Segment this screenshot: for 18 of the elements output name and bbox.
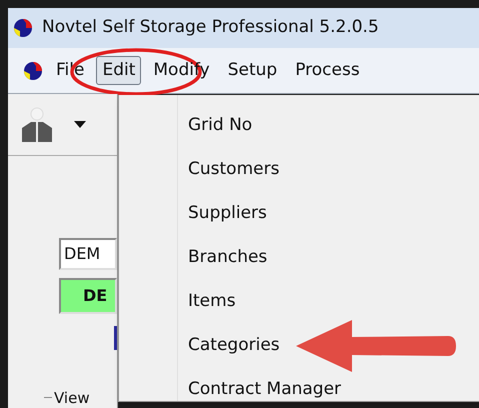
logo-icon — [22, 60, 44, 82]
menu-option[interactable]: Suppliers — [188, 201, 267, 227]
menu-option[interactable]: Contract Manager — [188, 377, 342, 403]
window-title: Novtel Self Storage Professional 5.2.0.5 — [42, 16, 379, 40]
menu-option[interactable]: Customers — [188, 157, 280, 183]
menu-option[interactable]: Branches — [188, 245, 268, 271]
menu-option[interactable]: Items — [188, 289, 236, 315]
menu-item[interactable]: Process — [289, 56, 366, 86]
menu-item[interactable]: Setup — [222, 56, 284, 86]
menu-item[interactable]: Edit — [96, 56, 142, 86]
status-button[interactable]: DE — [59, 278, 117, 314]
group-label: View — [54, 390, 90, 406]
menu-option[interactable]: Grid No — [188, 113, 252, 139]
accent-bar — [114, 326, 117, 350]
logo-icon — [12, 17, 34, 39]
menu-option[interactable]: Categories — [188, 333, 280, 359]
caret-icon[interactable] — [74, 120, 86, 128]
code-field[interactable]: DEM — [59, 238, 117, 270]
